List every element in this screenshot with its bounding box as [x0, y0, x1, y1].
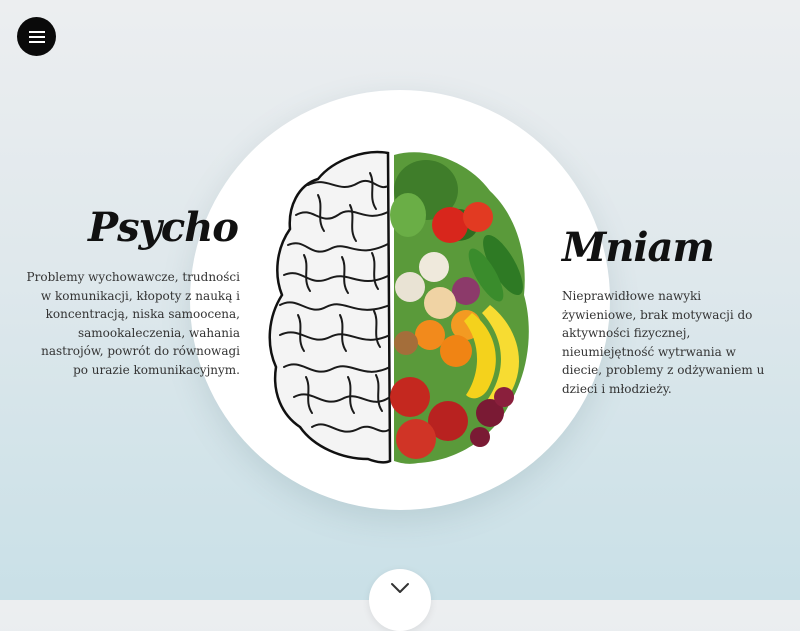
menu-button[interactable]: [17, 17, 56, 56]
psycho-heading: Psycho: [88, 204, 239, 251]
brain-food-illustration: [268, 150, 529, 464]
mniam-description: Nieprawidłowe nawyki żywieniowe, brak mo…: [562, 289, 765, 396]
hamburger-menu-icon: [28, 30, 45, 43]
mniam-heading: Mniam: [562, 224, 715, 271]
scroll-down-button[interactable]: [369, 569, 431, 631]
psycho-description: Problemy wychowawcze, trudności w komuni…: [26, 270, 240, 377]
chevron-down-icon: [391, 583, 409, 593]
